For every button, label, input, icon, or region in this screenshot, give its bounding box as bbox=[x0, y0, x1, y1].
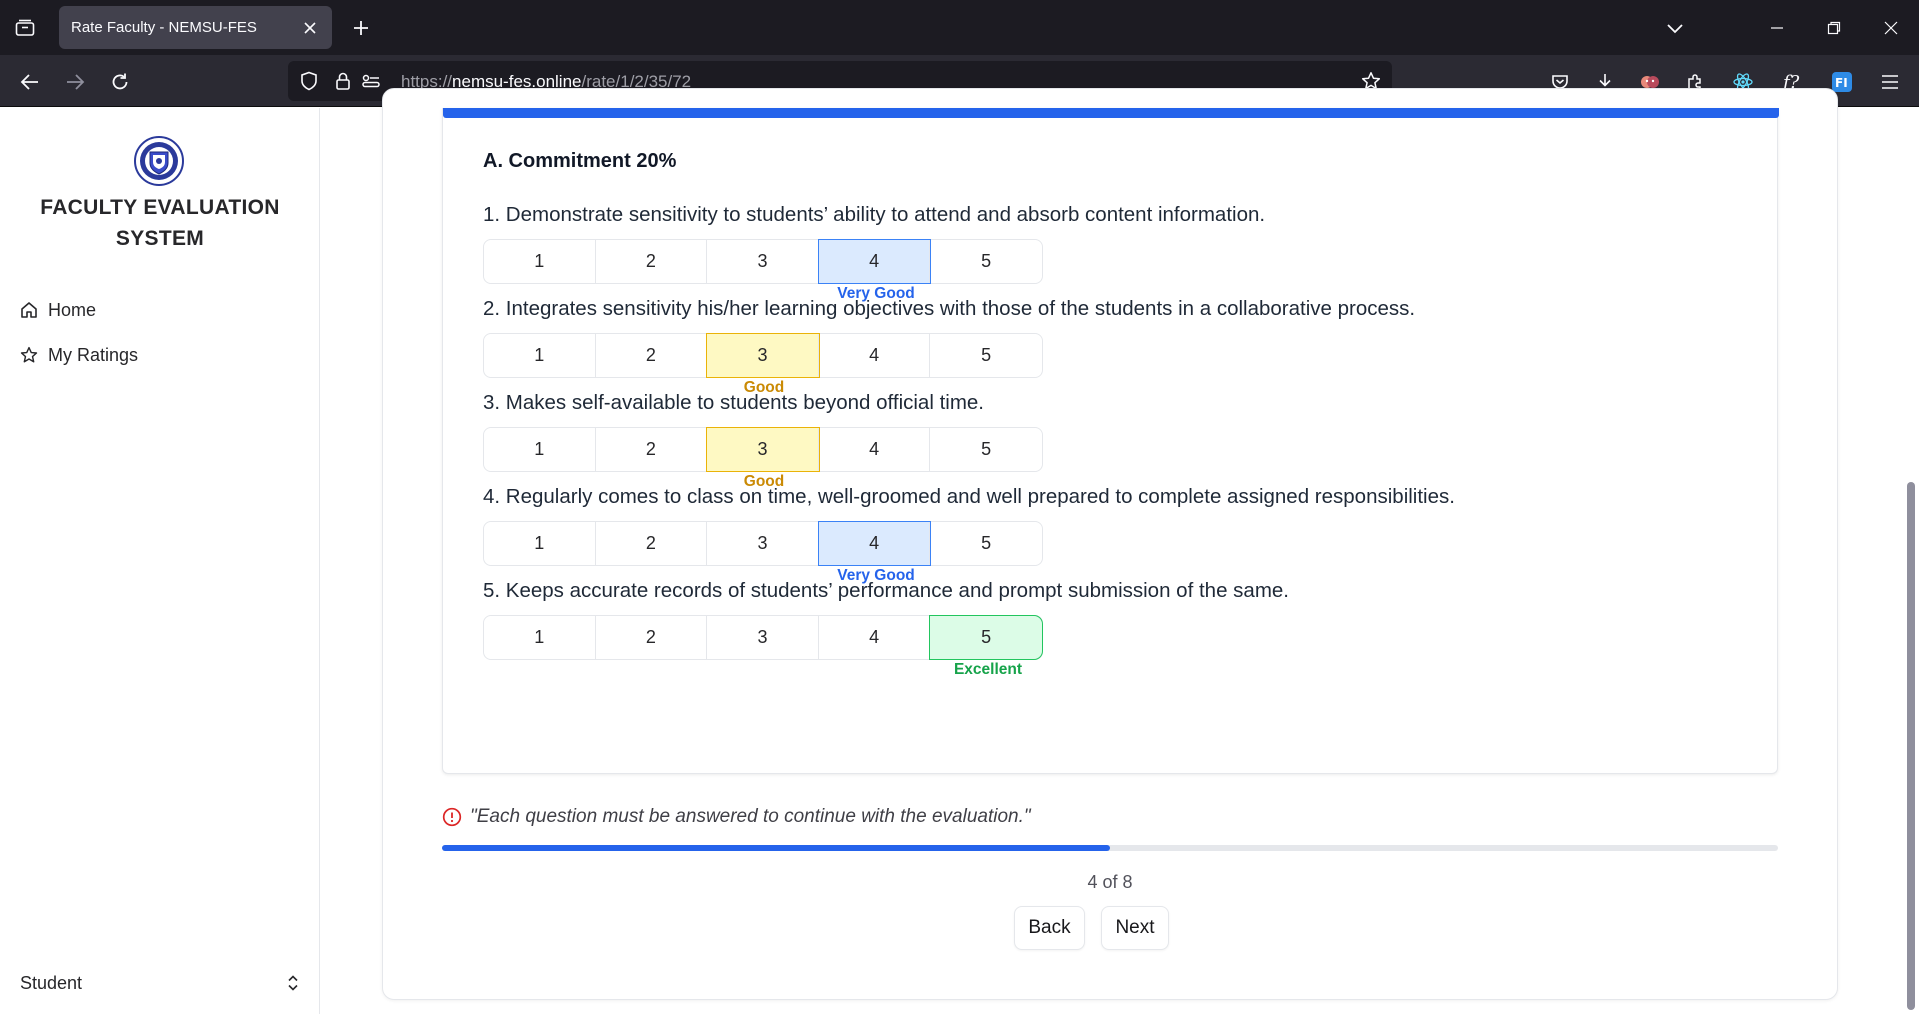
rating-option[interactable]: 4 bbox=[818, 428, 931, 471]
chevron-up-down-icon bbox=[288, 975, 298, 991]
main-content: A. Commitment 20% 1. Demonstrate sensiti… bbox=[320, 88, 1885, 1014]
progress-bar bbox=[442, 845, 1778, 851]
rating-scale: 12345 bbox=[483, 333, 1043, 378]
rating-option[interactable]: 1 bbox=[484, 334, 596, 377]
step-indicator: 4 of 8 bbox=[1087, 872, 1133, 892]
app-title: FACULTY EVALUATION SYSTEM bbox=[40, 196, 280, 250]
card-accent-bar bbox=[443, 108, 1779, 118]
sidebar-item-label: Home bbox=[48, 299, 97, 320]
tab-close-icon[interactable] bbox=[300, 18, 320, 38]
role-selector[interactable]: Student bbox=[20, 968, 300, 998]
question-item: 2. Integrates sensitivity his/her learni… bbox=[483, 297, 1743, 396]
selected-rating-label: Excellent bbox=[953, 661, 1023, 678]
rating-option[interactable]: 1 bbox=[484, 522, 596, 565]
next-button[interactable]: Next bbox=[1101, 906, 1169, 950]
menu-hamburger-icon[interactable] bbox=[1875, 67, 1905, 97]
question-text: 1. Demonstrate sensitivity to students’ … bbox=[483, 203, 1266, 226]
question-text: 2. Integrates sensitivity his/her learni… bbox=[483, 297, 1416, 320]
rating-option[interactable]: 5 bbox=[930, 240, 1042, 283]
question-item: 3. Makes self-available to students beyo… bbox=[483, 391, 1743, 490]
forward-arrow-icon[interactable] bbox=[61, 68, 89, 96]
minimize-icon[interactable] bbox=[1761, 12, 1793, 44]
rating-option[interactable]: 3 bbox=[706, 333, 820, 378]
back-button[interactable]: Back bbox=[1014, 906, 1085, 950]
tab-list-icon[interactable] bbox=[10, 15, 40, 41]
tab-title: Rate Faculty - NEMSU-FES bbox=[71, 19, 257, 36]
browser-tab-active[interactable]: Rate Faculty - NEMSU-FES bbox=[59, 6, 332, 49]
rating-option[interactable]: 2 bbox=[595, 240, 708, 283]
progress-fill bbox=[442, 845, 1110, 851]
rating-option[interactable]: 5 bbox=[930, 334, 1042, 377]
rating-option[interactable]: 3 bbox=[706, 427, 820, 472]
sidebar: FACULTY EVALUATION SYSTEM Home My Rating… bbox=[0, 108, 320, 1014]
star-icon bbox=[20, 346, 38, 363]
rating-option[interactable]: 5 bbox=[930, 428, 1042, 471]
rating-option[interactable]: 4 bbox=[817, 521, 932, 566]
sidebar-item-label: My Ratings bbox=[48, 344, 139, 365]
section-title: A. Commitment 20% bbox=[483, 150, 677, 172]
page-scrollbar[interactable] bbox=[1903, 108, 1919, 1014]
rating-option[interactable]: 2 bbox=[595, 428, 708, 471]
rating-scale: 12345 bbox=[483, 615, 1043, 660]
question-card: A. Commitment 20% 1. Demonstrate sensiti… bbox=[442, 108, 1779, 774]
question-item: 4. Regularly comes to class on time, wel… bbox=[483, 485, 1743, 584]
rating-option[interactable]: 3 bbox=[707, 240, 819, 283]
new-tab-icon[interactable] bbox=[348, 15, 374, 41]
question-text: 5. Keeps accurate records of students’ p… bbox=[483, 579, 1289, 602]
alert-circle-icon bbox=[442, 807, 462, 827]
question-text: 4. Regularly comes to class on time, wel… bbox=[483, 485, 1455, 508]
lock-icon[interactable] bbox=[332, 70, 354, 92]
back-arrow-icon[interactable] bbox=[16, 68, 44, 96]
rating-option[interactable]: 3 bbox=[707, 616, 819, 659]
rating-option[interactable]: 2 bbox=[595, 522, 708, 565]
rating-option[interactable]: 3 bbox=[707, 522, 819, 565]
rating-scale: 12345 bbox=[483, 427, 1043, 472]
svg-text:FI: FI bbox=[1835, 76, 1848, 90]
rating-option[interactable]: 2 bbox=[595, 334, 708, 377]
university-seal-logo bbox=[134, 136, 184, 186]
rating-option[interactable]: 1 bbox=[484, 616, 596, 659]
scrollbar-thumb[interactable] bbox=[1907, 482, 1915, 1010]
rating-option[interactable]: 5 bbox=[930, 522, 1042, 565]
home-icon bbox=[21, 302, 37, 318]
chevron-down-icon[interactable] bbox=[1662, 15, 1688, 41]
warning-text: "Each question must be answered to conti… bbox=[470, 806, 1031, 827]
rating-option[interactable]: 1 bbox=[484, 428, 596, 471]
page-content: FACULTY EVALUATION SYSTEM Home My Rating… bbox=[0, 88, 1919, 1014]
restore-icon[interactable] bbox=[1818, 12, 1850, 44]
question-item: 5. Keeps accurate records of students’ p… bbox=[483, 579, 1743, 678]
shield-icon[interactable] bbox=[298, 70, 320, 92]
reload-icon[interactable] bbox=[106, 68, 134, 96]
rating-option[interactable]: 4 bbox=[818, 334, 931, 377]
question-item: 1. Demonstrate sensitivity to students’ … bbox=[483, 203, 1743, 302]
rating-option[interactable]: 1 bbox=[484, 240, 596, 283]
rating-option[interactable]: 4 bbox=[818, 616, 931, 659]
permissions-icon[interactable] bbox=[360, 70, 382, 92]
rating-scale: 12345 bbox=[483, 521, 1043, 566]
rating-option[interactable]: 5 bbox=[929, 615, 1043, 660]
browser-tabbar: Rate Faculty - NEMSU-FES bbox=[0, 0, 1919, 55]
sidebar-item-my-ratings[interactable]: My Ratings bbox=[20, 341, 138, 369]
role-label: Student bbox=[20, 972, 83, 993]
sidebar-item-home[interactable]: Home bbox=[20, 296, 96, 324]
window-close-icon[interactable] bbox=[1875, 12, 1907, 44]
rating-scale: 12345 bbox=[483, 239, 1043, 284]
rating-option[interactable]: 2 bbox=[595, 616, 708, 659]
rating-option[interactable]: 4 bbox=[817, 239, 932, 284]
question-text: 3. Makes self-available to students beyo… bbox=[483, 391, 984, 414]
validation-warning: "Each question must be answered to conti… bbox=[442, 806, 1031, 828]
